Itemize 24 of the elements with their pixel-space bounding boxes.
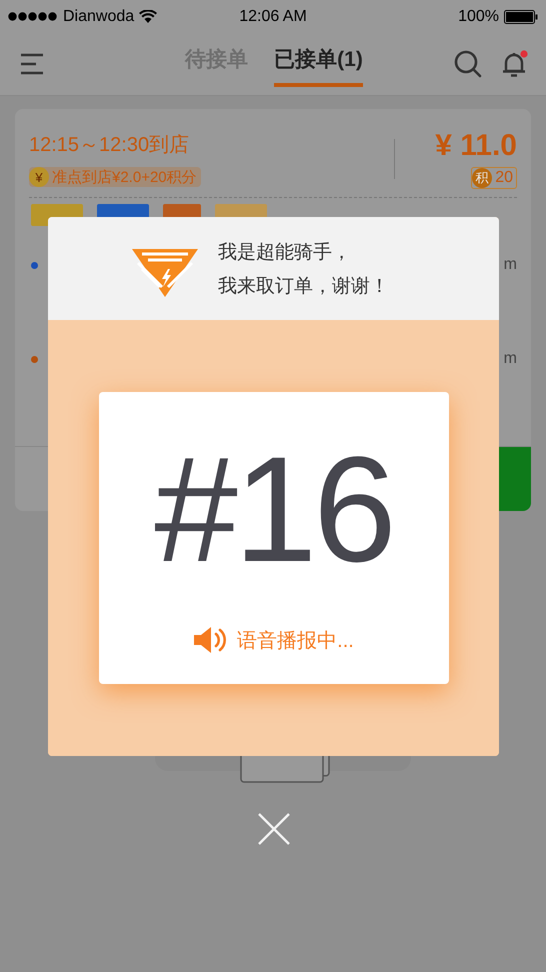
rider-message-line: 我是超能骑手，: [218, 240, 352, 264]
rider-message-line: 我来取订单，谢谢！: [218, 274, 389, 298]
pickup-number: #16: [154, 434, 393, 584]
search-icon[interactable]: [454, 50, 482, 78]
battery-icon: [504, 10, 538, 24]
points-value: 20: [494, 169, 514, 187]
carrier-name: Dianwoda: [63, 8, 134, 26]
yuan-badge: ¥: [29, 167, 49, 187]
points-badge: 积: [472, 168, 492, 188]
distance-text: m: [504, 256, 517, 274]
bonus-label: 准点到店¥2.0+20积分: [51, 168, 197, 186]
broadcast-status: 语音播报中...: [237, 628, 354, 654]
order-price: ¥ 11.0: [435, 129, 517, 163]
bell-icon[interactable]: [502, 50, 528, 78]
battery-percent: 100%: [458, 8, 499, 26]
wifi-icon: [139, 10, 158, 23]
menu-icon[interactable]: [20, 53, 44, 75]
close-icon[interactable]: [257, 812, 291, 846]
speaker-icon: [193, 626, 228, 654]
tab[interactable]: 已接单(1): [274, 41, 363, 87]
clock-time: 12:06 AM: [239, 8, 307, 26]
signal-icon: [8, 12, 58, 21]
arrival-time-window: 12:15～12:30到店: [29, 131, 354, 158]
distance-text: m: [504, 350, 517, 368]
